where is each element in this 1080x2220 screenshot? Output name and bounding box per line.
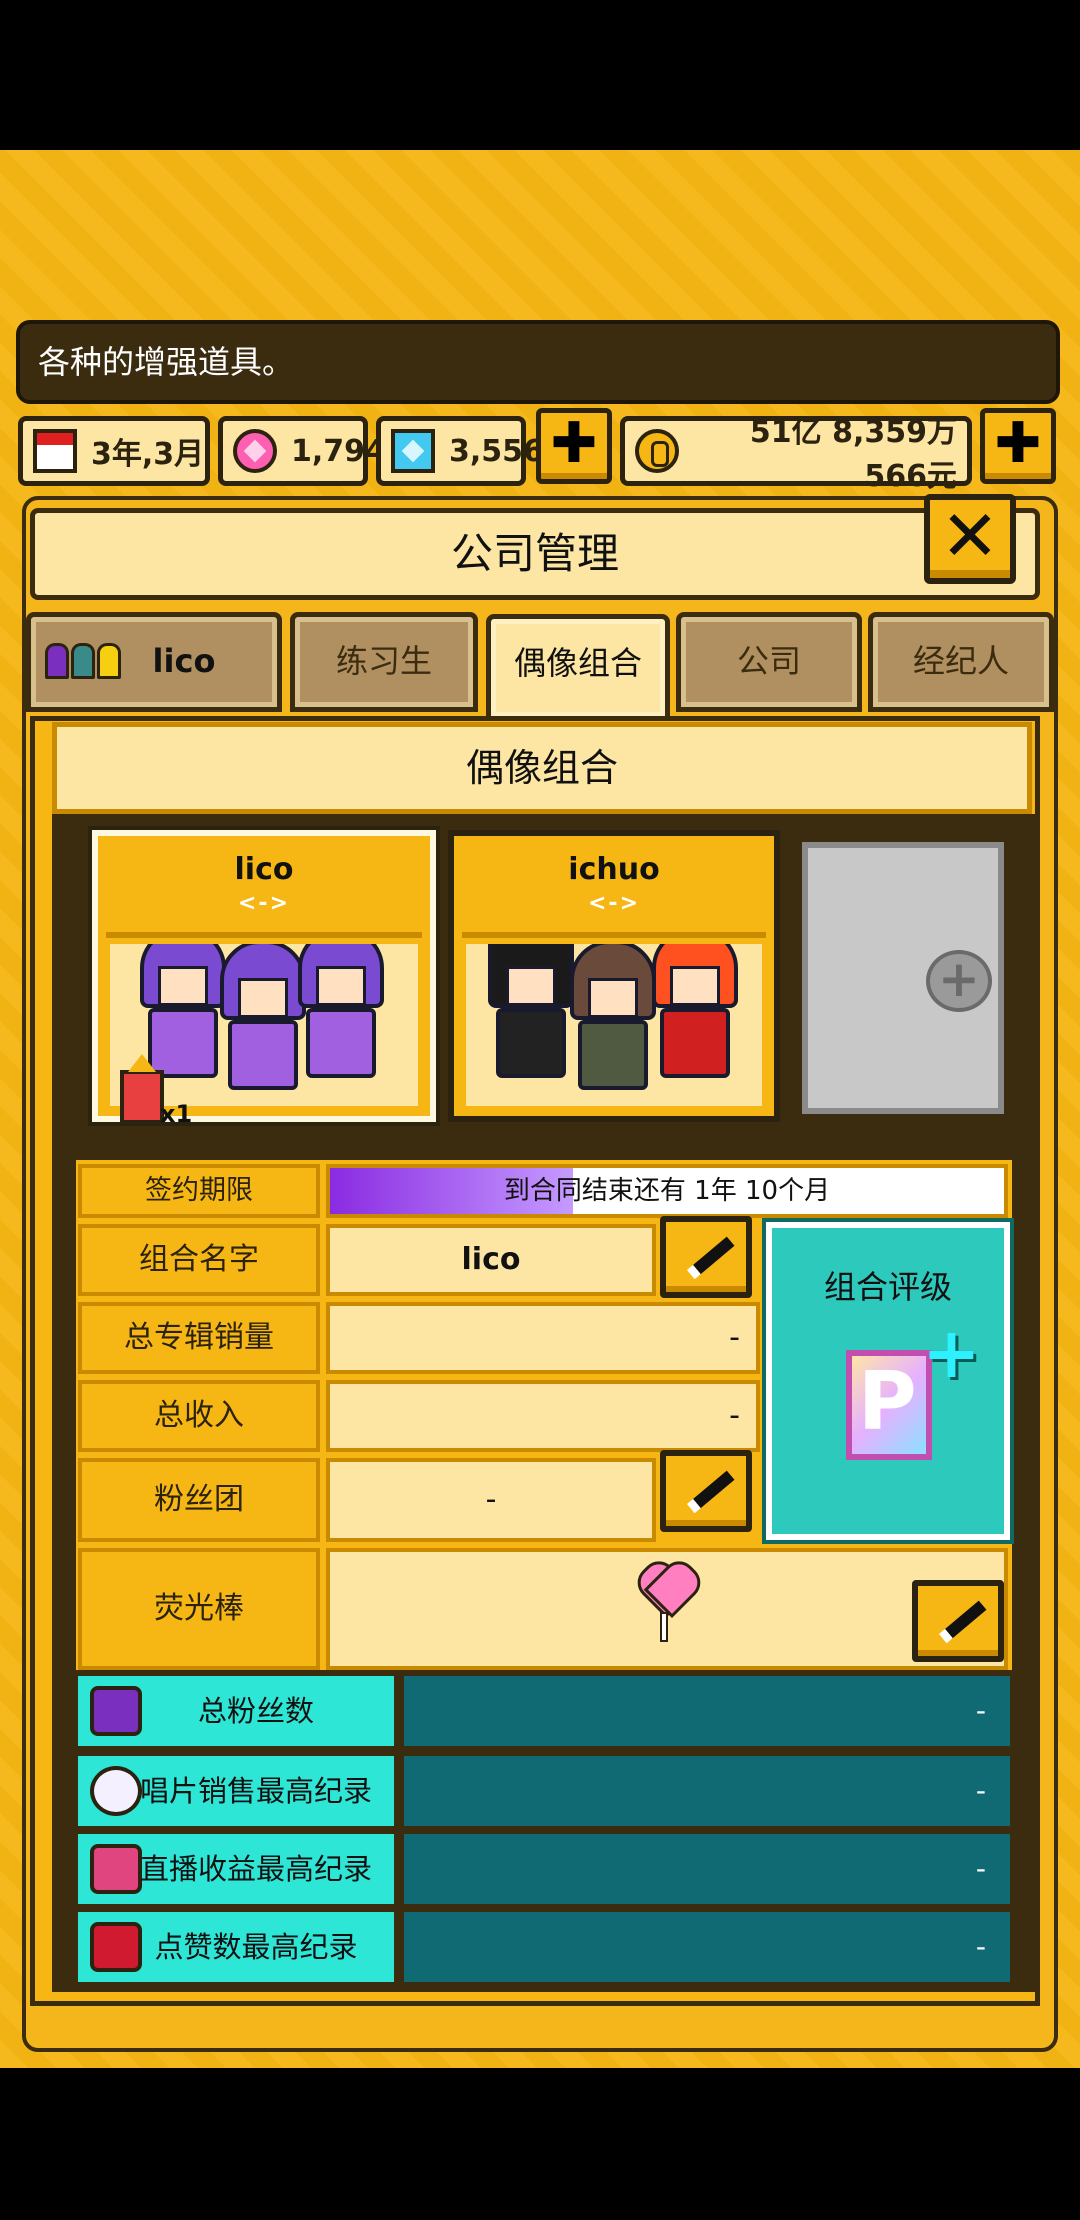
swap-arrows-icon[interactable]: <-> — [462, 891, 766, 916]
member-sprite — [220, 944, 306, 1100]
pen-icon — [691, 1470, 735, 1510]
navigation-bar-area — [0, 2068, 1080, 2220]
lightstick-label: 荧光棒 — [78, 1548, 320, 1670]
rank-letter-icon: P — [846, 1350, 932, 1460]
tab-managers[interactable]: 经纪人 — [868, 612, 1054, 712]
stat-stream-revenue-record: 直播收益最高纪录 — [78, 1834, 394, 1904]
group-members-art — [466, 944, 762, 1106]
close-button[interactable]: ✕ — [924, 494, 1016, 584]
member-sprite — [298, 944, 384, 1088]
edit-group-name-button[interactable] — [660, 1216, 752, 1298]
group-name-label: 组合名字 — [78, 1224, 320, 1296]
album-sales-value: - — [326, 1302, 760, 1374]
stat-total-fans: 总粉丝数 — [78, 1676, 394, 1746]
group-name-value: lico — [326, 1224, 656, 1296]
stat-likes-record: 点赞数最高纪录 — [78, 1912, 394, 1982]
group-name: lico — [234, 852, 294, 887]
section-title: 偶像组合 — [52, 722, 1032, 814]
pen-icon — [691, 1236, 735, 1276]
heart-lightstick-icon — [636, 1568, 696, 1618]
date-display: 3年,3月 — [18, 416, 210, 486]
stat-label-text: 直播收益最高纪录 — [139, 1852, 372, 1886]
money-display: 51亿 8,359万 566元 — [620, 415, 972, 494]
pen-icon — [943, 1600, 987, 1640]
plus-circle-icon[interactable]: + — [926, 950, 992, 1012]
stat-stream-revenue-record-value: - — [404, 1834, 1010, 1904]
tab-idol-groups[interactable]: 偶像组合 — [486, 614, 670, 722]
tooltip-message: 各种的增强道具。 — [16, 320, 1060, 404]
swap-arrows-icon[interactable]: <-> — [106, 891, 422, 916]
member-sprite — [652, 944, 738, 1088]
pink-gem-value: 1,794 — [291, 433, 386, 469]
pink-gem-display: 1,794 — [218, 416, 386, 486]
blue-gem-display: 3,556 — [376, 416, 544, 486]
revenue-value: - — [326, 1380, 760, 1452]
group-rank-panel[interactable]: 组合评级 P + — [766, 1222, 1010, 1540]
edit-lightstick-button[interactable] — [912, 1580, 1004, 1662]
tab-company[interactable]: 公司 — [676, 612, 862, 712]
coin-icon — [635, 429, 679, 473]
window-title: 公司管理 — [30, 508, 1040, 600]
revenue-label: 总收入 — [78, 1380, 320, 1452]
calendar-icon — [33, 429, 77, 473]
contract-label: 签约期限 — [78, 1164, 320, 1218]
fans-icon — [45, 643, 125, 683]
stat-total-fans-value: - — [404, 1676, 1010, 1746]
buy-gems-button[interactable]: ✚ — [536, 408, 612, 484]
stat-label-text: 总粉丝数 — [197, 1694, 314, 1728]
contract-remaining-text: 到合同结束还有 1年 10个月 — [503, 1176, 831, 1206]
stat-disc-sales-record-value: - — [404, 1756, 1010, 1826]
album-badge-count: x1 — [160, 1100, 193, 1128]
tab-lico[interactable]: lico — [26, 612, 282, 712]
group-card-ichuo[interactable]: ichuo <-> — [448, 830, 780, 1122]
fanclub-value: - — [326, 1458, 656, 1542]
pink-gem-icon — [233, 429, 277, 473]
lightstick-handle — [660, 1612, 668, 1642]
stat-label-text: 点赞数最高纪录 — [154, 1930, 358, 1964]
buy-money-button[interactable]: ✚ — [980, 408, 1056, 484]
album-badge-icon — [120, 1054, 164, 1124]
member-sprite — [570, 944, 656, 1100]
edit-fanclub-button[interactable] — [660, 1450, 752, 1532]
contract-progress-bar: 到合同结束还有 1年 10个月 — [326, 1164, 1008, 1218]
blue-gem-value: 3,556 — [449, 433, 544, 469]
album-sales-label: 总专辑销量 — [78, 1302, 320, 1374]
date-value: 3年,3月 — [91, 437, 205, 472]
rank-plus-icon: + — [922, 1312, 981, 1394]
fanclub-label: 粉丝团 — [78, 1458, 320, 1542]
group-card-header: ichuo <-> — [462, 842, 766, 938]
member-sprite — [488, 944, 574, 1088]
stat-label-text: 唱片销售最高纪录 — [139, 1774, 372, 1808]
money-value: 51亿 8,359万 566元 — [749, 415, 957, 494]
status-bar-area — [0, 0, 1080, 150]
blue-gem-icon — [391, 429, 435, 473]
group-name: ichuo — [568, 852, 660, 887]
group-card-header: lico <-> — [106, 842, 422, 938]
stat-disc-sales-record: 唱片销售最高纪录 — [78, 1756, 394, 1826]
tab-trainees[interactable]: 练习生 — [290, 612, 478, 712]
rank-title: 组合评级 — [823, 1268, 952, 1306]
stat-likes-record-value: - — [404, 1912, 1010, 1982]
